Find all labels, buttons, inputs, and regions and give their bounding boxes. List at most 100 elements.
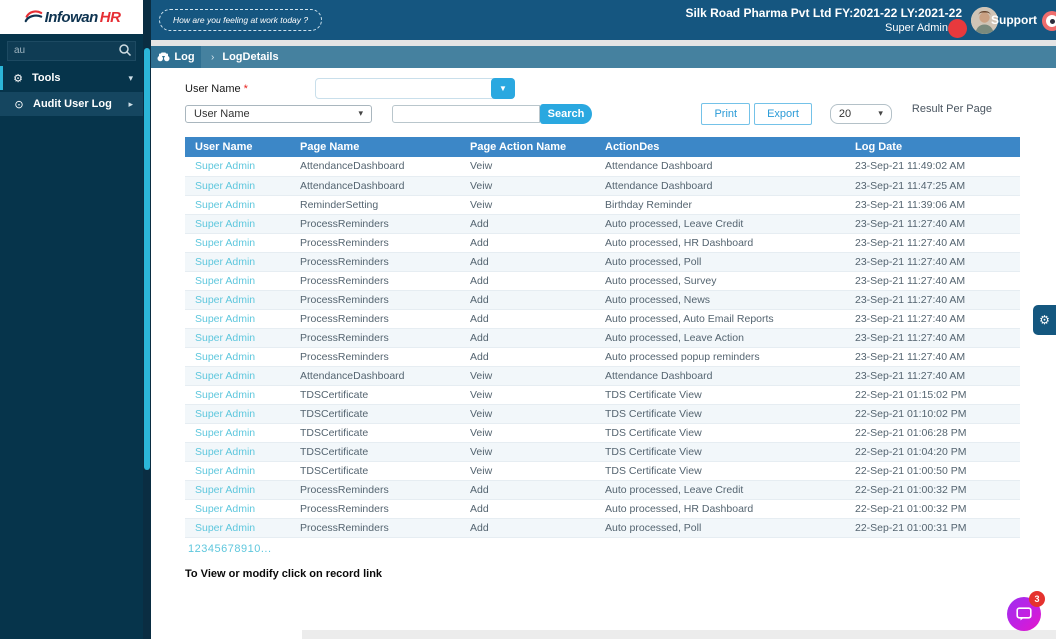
user-name-link[interactable]: Super Admin (185, 347, 290, 366)
log-date-cell: 23-Sep-21 11:27:40 AM (845, 309, 1020, 328)
user-name-link[interactable]: Super Admin (185, 385, 290, 404)
page-link[interactable]: ... (261, 543, 272, 555)
action-des-cell: Auto processed, Poll (595, 252, 845, 271)
user-name-link[interactable]: Super Admin (185, 518, 290, 537)
page-link[interactable]: 9 (241, 543, 248, 555)
action-des-cell: Auto processed, Survey (595, 271, 845, 290)
user-name-link[interactable]: Super Admin (185, 233, 290, 252)
action-des-cell: Auto processed, HR Dashboard (595, 499, 845, 518)
action-des-cell: Attendance Dashboard (595, 176, 845, 195)
user-name-link[interactable]: Super Admin (185, 271, 290, 290)
page-name-cell: ProcessReminders (290, 499, 460, 518)
user-name-link[interactable]: Super Admin (185, 290, 290, 309)
support-label[interactable]: Support (991, 13, 1037, 27)
user-name-link[interactable]: Super Admin (185, 309, 290, 328)
table-row: Super AdminProcessRemindersAddAuto proce… (185, 480, 1020, 499)
log-date-cell: 23-Sep-21 11:49:02 AM (845, 157, 1020, 176)
page-size-select[interactable]: 20 ▾ (830, 104, 892, 124)
bottom-scrollbar-strip[interactable] (302, 630, 1056, 639)
page-link[interactable]: 6 (221, 543, 228, 555)
user-name-link[interactable]: Super Admin (185, 328, 290, 347)
user-name-link[interactable]: Super Admin (185, 157, 290, 176)
log-date-cell: 23-Sep-21 11:27:40 AM (845, 214, 1020, 233)
chevron-down-icon: ▾ (128, 73, 133, 84)
sidebar-item-tools[interactable]: ⚙ Tools ▾ (0, 66, 143, 90)
sidebar-search (7, 40, 136, 60)
sidebar-search-input[interactable] (7, 41, 136, 61)
user-name-link[interactable]: Super Admin (185, 480, 290, 499)
table-row: Super AdminProcessRemindersAddAuto proce… (185, 518, 1020, 537)
app-root: InfowanHR ⚙ Tools ▾ ⊙ Audit User Log ▸ H… (0, 0, 1056, 639)
user-name-link[interactable]: Super Admin (185, 442, 290, 461)
page-link[interactable]: 10 (248, 543, 261, 555)
username-dropdown[interactable]: ▼ (315, 78, 515, 99)
page-action-name-cell: Add (460, 309, 595, 328)
page-name-cell: ProcessReminders (290, 328, 460, 347)
page-action-name-cell: Veiw (460, 157, 595, 176)
user-name-link[interactable]: Super Admin (185, 252, 290, 271)
dropdown-open-button[interactable]: ▼ (491, 78, 515, 99)
table-row: Super AdminProcessRemindersAddAuto proce… (185, 271, 1020, 290)
page-action-name-cell: Add (460, 480, 595, 499)
pagination: 12345678910... (185, 543, 1020, 555)
log-date-cell: 22-Sep-21 01:00:31 PM (845, 518, 1020, 537)
breadcrumb: Log › LogDetails (151, 46, 1056, 68)
action-des-cell: Auto processed, Poll (595, 518, 845, 537)
export-button[interactable]: Export (754, 103, 812, 125)
page-link[interactable]: 3 (201, 543, 208, 555)
action-des-cell: Auto processed, Auto Email Reports (595, 309, 845, 328)
main-area: How are you feeling at work today ? Silk… (151, 0, 1056, 639)
user-name-link[interactable]: Super Admin (185, 195, 290, 214)
table-row: Super AdminProcessRemindersAddAuto proce… (185, 290, 1020, 309)
settings-flyout-tab[interactable]: ⚙ (1033, 305, 1056, 335)
search-icon[interactable] (118, 43, 132, 57)
print-button[interactable]: Print (701, 103, 750, 125)
page-name-cell: ProcessReminders (290, 480, 460, 499)
table-row: Super AdminProcessRemindersAddAuto proce… (185, 309, 1020, 328)
page-name-cell: ProcessReminders (290, 252, 460, 271)
page-link[interactable]: 8 (234, 543, 241, 555)
sidebar-scrollbar-thumb[interactable] (144, 48, 150, 470)
app-logo: InfowanHR (0, 0, 143, 34)
search-button[interactable]: Search (540, 104, 592, 124)
sidebar-item-label: Tools (32, 72, 61, 84)
user-name-link[interactable]: Super Admin (185, 423, 290, 442)
log-date-cell: 22-Sep-21 01:00:32 PM (845, 480, 1020, 499)
notification-red-dot[interactable] (948, 19, 967, 38)
chat-button[interactable]: 3 (1007, 597, 1041, 631)
user-name-link[interactable]: Super Admin (185, 214, 290, 233)
gear-icon: ⚙ (1039, 313, 1050, 327)
log-date-cell: 23-Sep-21 11:27:40 AM (845, 366, 1020, 385)
page-action-name-cell: Add (460, 499, 595, 518)
action-des-cell: Auto processed, Leave Credit (595, 214, 845, 233)
page-action-name-cell: Add (460, 252, 595, 271)
search-field-select[interactable]: User Name ▾ (185, 105, 372, 123)
sidebar-item-audit-user-log[interactable]: ⊙ Audit User Log ▸ (0, 92, 143, 116)
chevron-right-icon: ▸ (128, 99, 133, 110)
page-link[interactable]: 4 (208, 543, 215, 555)
column-header-user-name: User Name (185, 137, 290, 157)
user-name-link[interactable]: Super Admin (185, 176, 290, 195)
page-name-cell: ReminderSetting (290, 195, 460, 214)
page-name-cell: ProcessReminders (290, 290, 460, 309)
user-name-link[interactable]: Super Admin (185, 404, 290, 423)
user-name-link[interactable]: Super Admin (185, 366, 290, 385)
result-per-page-label: Result Per Page (912, 103, 992, 115)
sidebar: InfowanHR ⚙ Tools ▾ ⊙ Audit User Log ▸ (0, 0, 143, 639)
breadcrumb-log[interactable]: Log (151, 46, 201, 68)
log-date-cell: 23-Sep-21 11:27:40 AM (845, 328, 1020, 347)
page-link[interactable]: 1 (188, 543, 195, 555)
table-row: Super AdminProcessRemindersAddAuto proce… (185, 233, 1020, 252)
log-date-cell: 23-Sep-21 11:27:40 AM (845, 347, 1020, 366)
log-date-cell: 22-Sep-21 01:10:02 PM (845, 404, 1020, 423)
filter-row-search: User Name ▾ Search Print Export 20 ▾ Res… (185, 103, 1020, 124)
content-area: User Name* ▼ User Name ▾ Search Print Ex… (151, 68, 1056, 580)
page-name-cell: ProcessReminders (290, 518, 460, 537)
chat-bubble-icon (1016, 607, 1032, 621)
search-text-input[interactable] (392, 105, 540, 123)
sidebar-scrollbar-track[interactable] (143, 0, 151, 639)
mood-check-button[interactable]: How are you feeling at work today ? (159, 9, 322, 31)
user-name-link[interactable]: Super Admin (185, 499, 290, 518)
user-name-link[interactable]: Super Admin (185, 461, 290, 480)
target-icon[interactable] (1042, 11, 1056, 31)
